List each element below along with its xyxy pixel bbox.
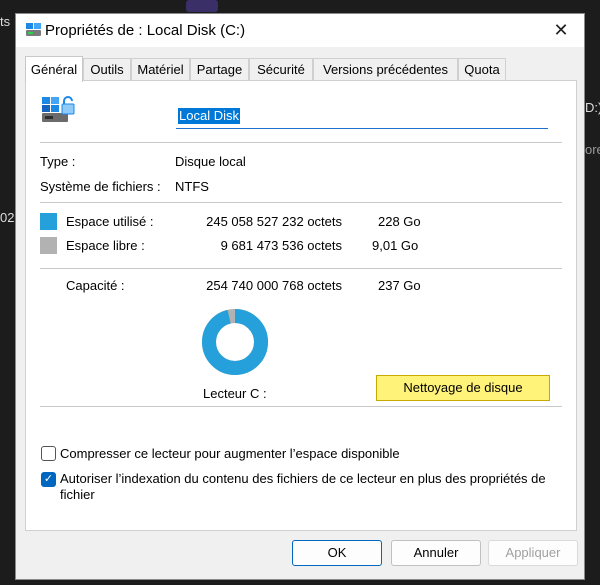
drive-letter-label: Lecteur C : [203, 386, 267, 401]
apply-button[interactable]: Appliquer [488, 540, 578, 566]
general-panel: Local Disk Type : Disque local Système d… [25, 80, 577, 531]
used-space-arc [202, 309, 268, 375]
divider [40, 406, 562, 407]
title-bar[interactable]: Propriétés de : Local Disk (C:) ✕ [16, 14, 584, 47]
type-value: Disque local [175, 154, 246, 169]
tab-quota[interactable]: Quota [458, 58, 506, 80]
background-text-fragment: ts [0, 14, 11, 29]
background-window-strip [186, 0, 218, 12]
tab-previous-versions[interactable]: Versions précédentes [313, 58, 458, 80]
capacity-size: 237 Go [378, 278, 421, 293]
divider [40, 268, 562, 269]
divider [40, 202, 562, 203]
free-space-bytes: 9 681 473 536 octets [220, 238, 342, 253]
disk-usage-donut [202, 309, 268, 375]
compress-label[interactable]: Compresser ce lecteur pour augmenter l’e… [60, 446, 400, 462]
drive-name-value: Local Disk [178, 108, 240, 124]
drive-properties-icon [26, 23, 41, 36]
tab-security[interactable]: Sécurité [249, 58, 313, 80]
used-space-label: Espace utilisé : [66, 214, 154, 229]
capacity-bytes: 254 740 000 768 octets [206, 278, 342, 293]
ok-button[interactable]: OK [292, 540, 382, 566]
background-text-fragment: D:) [585, 100, 600, 115]
tab-general[interactable]: Général [25, 56, 83, 82]
index-label[interactable]: Autoriser l’indexation du contenu des fi… [60, 471, 560, 503]
type-label: Type : [40, 154, 76, 169]
filesystem-label: Système de fichiers : [40, 179, 161, 194]
compress-checkbox[interactable] [41, 446, 56, 461]
tab-hardware[interactable]: Matériel [131, 58, 190, 80]
used-space-size: 228 Go [378, 214, 421, 229]
capacity-label: Capacité : [66, 278, 125, 293]
index-checkbox[interactable]: ✓ [41, 472, 56, 487]
filesystem-value: NTFS [175, 179, 209, 194]
divider [40, 142, 562, 143]
disk-cleanup-button[interactable]: Nettoyage de disque [376, 375, 550, 401]
free-space-size: 9,01 Go [372, 238, 419, 253]
cancel-button[interactable]: Annuler [391, 540, 481, 566]
used-space-bytes: 245 058 527 232 octets [206, 214, 342, 229]
background-text-fragment: ore [585, 142, 600, 157]
drive-with-lock-icon [42, 96, 75, 122]
properties-dialog: Propriétés de : Local Disk (C:) ✕ Généra… [15, 13, 585, 580]
free-space-label: Espace libre : [66, 238, 145, 253]
used-space-swatch [40, 213, 57, 230]
tab-sharing[interactable]: Partage [190, 58, 249, 80]
tab-tools[interactable]: Outils [83, 58, 131, 80]
free-space-swatch [40, 237, 57, 254]
close-button[interactable]: ✕ [538, 14, 584, 47]
window-title: Propriétés de : Local Disk (C:) [45, 22, 246, 39]
